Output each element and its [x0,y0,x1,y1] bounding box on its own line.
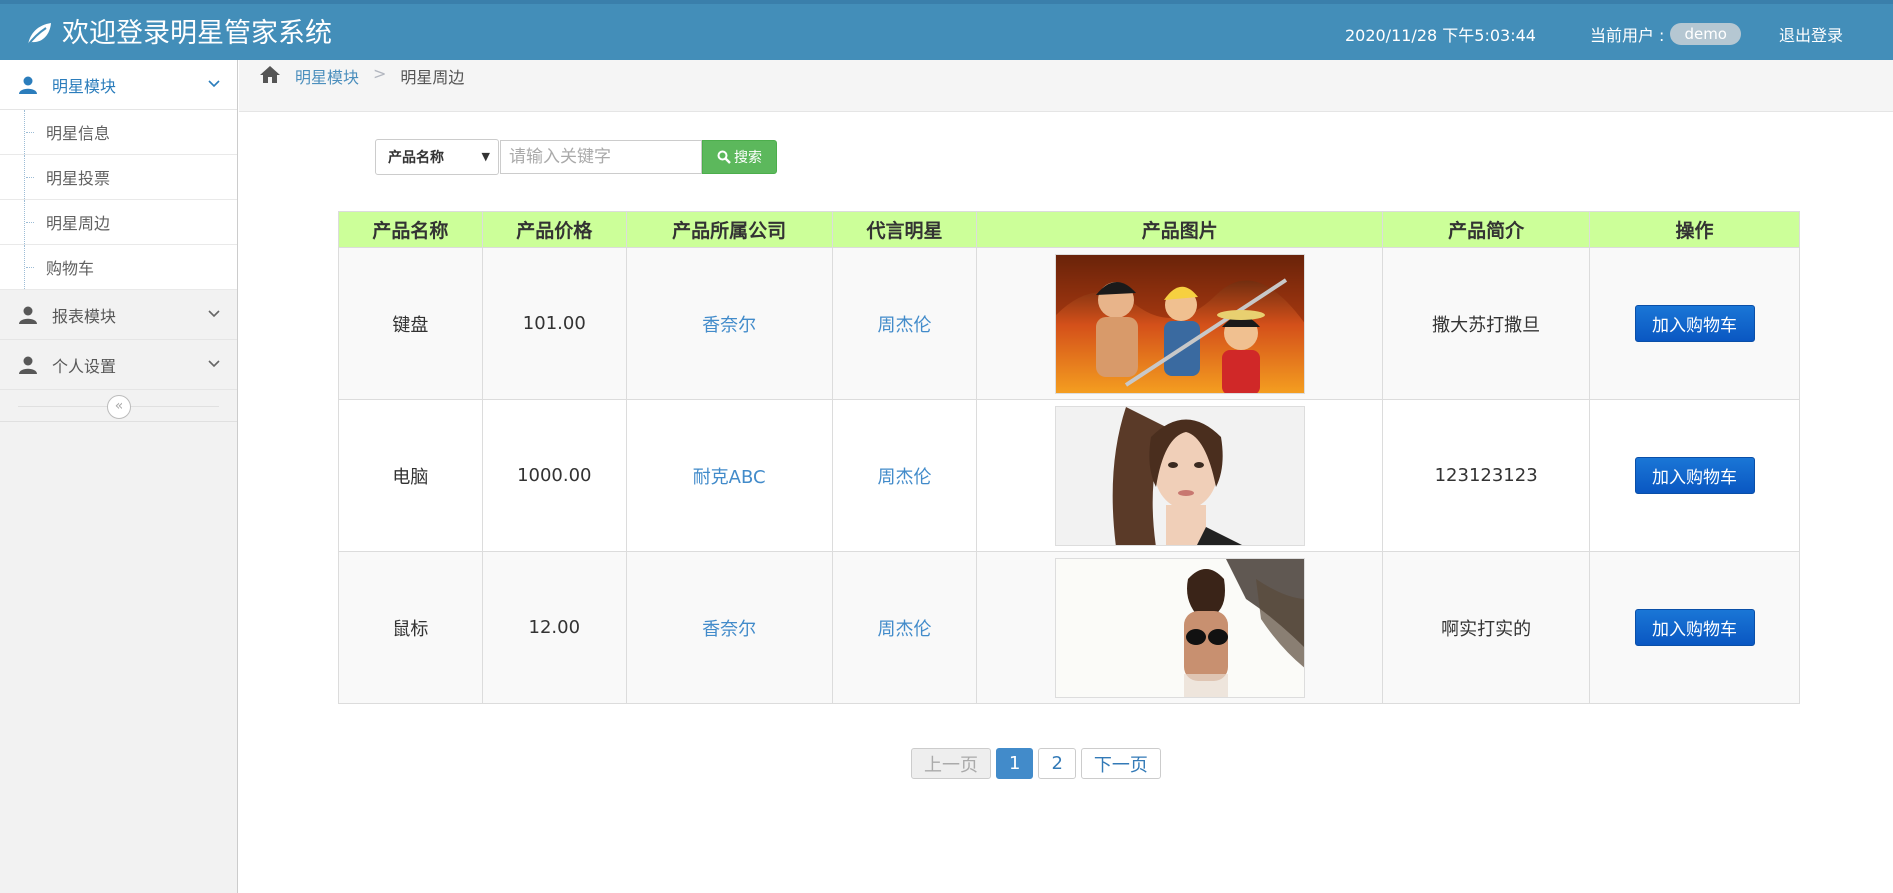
column-header: 代言明星 [831,211,978,248]
column-header: 产品图片 [976,211,1384,248]
prev-page-button[interactable]: 上一页 [911,748,991,779]
datetime-display: 2020/11/28 下午5:03:44 [1344,26,1536,45]
caret-down-icon: ▼ [481,150,490,163]
leaf-icon [27,23,51,46]
search-input[interactable] [500,140,702,174]
product-image [1054,405,1305,546]
column-header: 操作 [1589,211,1800,248]
chevron-down-icon [208,360,220,368]
column-header: 产品简介 [1382,211,1591,248]
product-name-cell: 电脑 [338,399,483,552]
product-intro-cell: 撒大苏打撒旦 [1382,247,1591,400]
product-image-cell [976,551,1384,704]
product-image [1054,253,1305,394]
search-icon [717,150,731,164]
column-header: 产品名称 [338,211,483,248]
app-title: 欢迎登录明星管家系统 [62,18,332,49]
column-header: 产品所属公司 [625,211,833,248]
product-price-cell: 12.00 [481,551,627,704]
table-row: 鼠标 12.00 香奈尔 周杰伦 啊实打实的 加入购物车 [338,551,1800,704]
home-icon [260,66,280,83]
chevron-down-icon [208,80,220,88]
product-company-link[interactable]: 香奈尔 [625,551,833,704]
product-star-link[interactable]: 周杰伦 [831,551,978,704]
sidebar-module-label: 明星模块 [52,76,117,96]
table-row: 键盘 101.00 香奈尔 周杰伦 撒大苏打撒旦 加入购物车 [338,247,1800,400]
product-name-cell: 鼠标 [338,551,483,704]
star-submenu: 明星信息 明星投票 明星周边 购物车 [0,110,237,290]
action-cell: 加入购物车 [1589,399,1800,552]
product-image-cell [976,399,1384,552]
product-image-cell [976,247,1384,400]
username-badge: demo [1670,23,1741,45]
collapse-sidebar-button[interactable]: « [107,395,131,419]
user-icon [19,306,37,324]
add-to-cart-button[interactable]: 加入购物车 [1634,609,1755,646]
product-image [1054,557,1305,698]
sidebar-item-star-info[interactable]: 明星信息 [0,110,237,155]
search-button[interactable]: 搜索 [702,140,777,174]
breadcrumb-separator: > [373,64,387,83]
top-navbar: 欢迎登录明星管家系统 2020/11/28 下午5:03:44 当前用户 : d… [0,0,1893,60]
brand: 欢迎登录明星管家系统 [24,14,332,54]
product-intro-cell: 啊实打实的 [1382,551,1591,704]
sidebar-module-star[interactable]: 明星模块 [0,60,237,110]
product-table: 产品名称 产品价格 产品所属公司 代言明星 产品图片 产品简介 操作 键盘 10… [338,211,1800,704]
product-star-link[interactable]: 周杰伦 [831,399,978,552]
column-header: 产品价格 [481,211,627,248]
sidebar-item-star-merch[interactable]: 明星周边 [0,200,237,245]
product-intro-cell: 123123123 [1382,399,1591,552]
product-company-link[interactable]: 耐克ABC [625,399,833,552]
add-to-cart-button[interactable]: 加入购物车 [1634,305,1755,342]
search-field-select[interactable]: 产品名称 ▼ [375,139,499,175]
sidebar-module-report[interactable]: 报表模块 [0,290,237,340]
search-button-label: 搜索 [734,150,762,166]
table-row: 电脑 1000.00 耐克ABC 周杰伦 123123123 加入购物车 [338,399,1800,552]
user-icon [19,76,37,94]
sidebar: 明星模块 明星信息 明星投票 明星周边 购物车 报表模块 个人设置 « [0,60,238,893]
sidebar-item-star-vote[interactable]: 明星投票 [0,155,237,200]
product-star-link[interactable]: 周杰伦 [831,247,978,400]
breadcrumb-current: 明星周边 [400,68,465,87]
table-header-row: 产品名称 产品价格 产品所属公司 代言明星 产品图片 产品简介 操作 [338,211,1800,248]
product-company-link[interactable]: 香奈尔 [625,247,833,400]
add-to-cart-button[interactable]: 加入购物车 [1634,457,1755,494]
product-name-cell: 键盘 [338,247,483,400]
page-button-2[interactable]: 2 [1038,748,1076,779]
action-cell: 加入购物车 [1589,247,1800,400]
current-user-label: 当前用户 : [1589,26,1665,45]
user-icon [19,356,37,374]
chevron-down-icon [208,310,220,318]
product-price-cell: 101.00 [481,247,627,400]
logout-link[interactable]: 退出登录 [1779,22,1843,46]
page-button-1[interactable]: 1 [996,748,1034,779]
breadcrumb-parent-link[interactable]: 明星模块 [295,64,359,88]
sidebar-module-settings[interactable]: 个人设置 [0,340,237,390]
pagination: 上一页 1 2 下一页 [911,748,1161,779]
search-bar: 产品名称 ▼ 搜索 [375,139,777,175]
action-cell: 加入购物车 [1589,551,1800,704]
header-right: 2020/11/28 下午5:03:44 当前用户 : demo 退出登录 [1345,18,1843,50]
sidebar-module-label: 报表模块 [52,306,117,326]
search-field-select-value: 产品名称 [388,150,444,166]
sidebar-module-label: 个人设置 [52,356,117,376]
sidebar-item-cart[interactable]: 购物车 [0,245,237,290]
breadcrumb: 明星模块 > 明星周边 [239,60,1893,112]
sidebar-collapse-bar: « [0,390,237,422]
product-price-cell: 1000.00 [481,399,627,552]
next-page-button[interactable]: 下一页 [1080,748,1161,779]
